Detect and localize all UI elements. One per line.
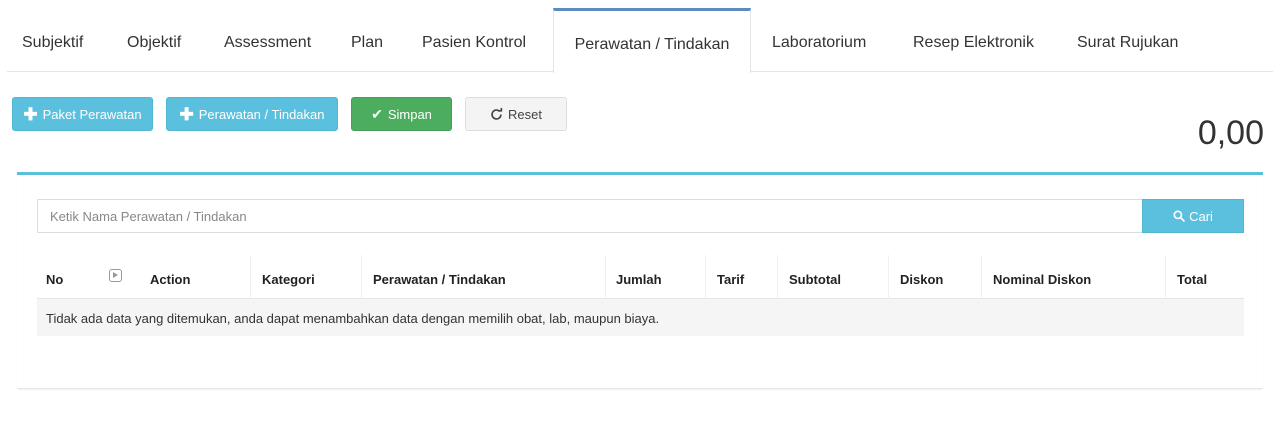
column-perawatan-tindakan: Perawatan / Tindakan [373,272,506,287]
column-total: Total [1177,272,1208,287]
paket-perawatan-label: Paket Perawatan [42,106,142,122]
refresh-icon [491,107,503,120]
tab-perawatan-tindakan[interactable]: Perawatan / Tindakan [553,8,751,73]
column-jumlah: Jumlah [616,272,662,287]
play-icon[interactable] [109,269,122,282]
simpan-label: Simpan [387,106,432,122]
perawatan-panel: Cari No Action Kategori Perawatan / Tind… [17,172,1263,389]
tab-plan[interactable]: Plan [351,8,383,72]
tab-laboratorium[interactable]: Laboratorium [772,8,866,72]
column-no: No [46,272,64,287]
tab-bar: Subjektif Objektif Assessment Plan Pasie… [7,8,1273,73]
total-amount: 0,00 [1197,114,1264,152]
column-diskon: Diskon [900,272,944,287]
search-icon [1173,210,1185,222]
tab-assessment[interactable]: Assessment [224,8,311,72]
empty-table-message: Tidak ada data yang ditemukan, anda dapa… [37,299,1244,336]
add-perawatan-label: Perawatan / Tindakan [198,106,325,122]
check-icon: ✔ [371,105,383,122]
reset-button[interactable]: Reset [465,97,567,131]
column-action: Action [150,272,191,287]
column-kategori: Kategori [262,272,315,287]
plus-icon: ✚ [179,104,194,124]
tab-resep-elektronik[interactable]: Resep Elektronik [913,8,1034,72]
simpan-button[interactable]: ✔ Simpan [351,97,452,131]
tab-surat-rujukan[interactable]: Surat Rujukan [1077,8,1178,72]
table-header: No Action Kategori Perawatan / Tindakan … [37,255,1244,299]
search-button[interactable]: Cari [1142,199,1244,233]
search-button-label: Cari [1189,208,1213,224]
tab-objektif[interactable]: Objektif [127,8,181,72]
column-tarif: Tarif [717,272,745,287]
tab-pasien-kontrol[interactable]: Pasien Kontrol [422,8,526,72]
plus-icon: ✚ [23,104,38,124]
column-subtotal: Subtotal [789,272,841,287]
reset-label: Reset [508,106,542,122]
search-input[interactable] [37,199,1142,233]
add-perawatan-button[interactable]: ✚ Perawatan / Tindakan [166,97,338,131]
tab-subjektif[interactable]: Subjektif [22,8,83,72]
column-nominal-diskon: Nominal Diskon [993,272,1092,287]
paket-perawatan-button[interactable]: ✚ Paket Perawatan [12,97,153,131]
